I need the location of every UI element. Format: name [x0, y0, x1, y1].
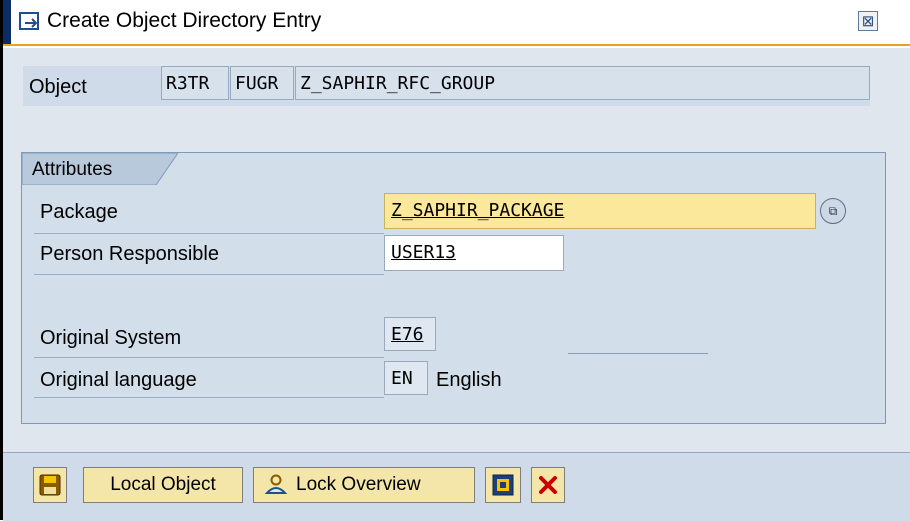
lock-overview-label: Lock Overview [296, 474, 421, 495]
title-bar: Create Object Directory Entry ⊠ [3, 0, 910, 48]
dialog-title: Create Object Directory Entry [47, 9, 322, 32]
object-pgmid-field: R3TR [161, 66, 229, 100]
object-row: Object R3TR FUGR Z_SAPHIR_RFC_GROUP [23, 66, 870, 106]
object-label: Object [29, 76, 87, 98]
lock-overview-button[interactable]: Lock Overview [253, 467, 475, 503]
person-responsible-field[interactable]: USER13 [384, 235, 564, 271]
button-bar: Local Object Lock Overview [3, 452, 910, 521]
title-accent-line [3, 44, 910, 46]
lock-overview-icon [264, 474, 288, 494]
cancel-icon [539, 476, 557, 494]
value-help-icon: ⧉ [828, 203, 838, 218]
close-button[interactable]: ⊠ [858, 11, 878, 31]
object-name-field: Z_SAPHIR_RFC_GROUP [295, 66, 870, 100]
attributes-tab-label: Attributes [32, 159, 113, 180]
title-bar-edge [3, 0, 11, 46]
object-display-button[interactable] [485, 467, 521, 503]
object-display-icon [492, 474, 514, 496]
dialog-icon [19, 12, 39, 30]
original-system-field: E76 [384, 317, 436, 351]
save-button[interactable] [33, 467, 67, 503]
original-system-label: Original System [40, 327, 182, 349]
original-language-label: Original language [40, 369, 197, 391]
package-label: Package [40, 201, 118, 223]
cancel-button[interactable] [531, 467, 565, 503]
original-language-text: English [436, 369, 502, 391]
object-type-field: FUGR [230, 66, 294, 100]
system-row-line [34, 357, 384, 358]
package-row-line [34, 233, 384, 234]
close-icon: ⊠ [861, 12, 875, 30]
original-language-code: EN [384, 361, 428, 395]
person-row-line [34, 274, 384, 275]
person-responsible-label: Person Responsible [40, 243, 219, 265]
local-object-button[interactable]: Local Object [83, 467, 243, 503]
package-field[interactable]: Z_SAPHIR_PACKAGE [384, 193, 816, 229]
value-help-button[interactable]: ⧉ [820, 198, 846, 224]
dialog-window: Create Object Directory Entry ⊠ Object R… [0, 0, 910, 521]
blank-system-field [568, 353, 708, 354]
attributes-group: Attributes Package Z_SAPHIR_PACKAGE ⧉ Pe… [21, 152, 886, 424]
language-row-line [34, 397, 384, 398]
save-icon [39, 474, 61, 496]
